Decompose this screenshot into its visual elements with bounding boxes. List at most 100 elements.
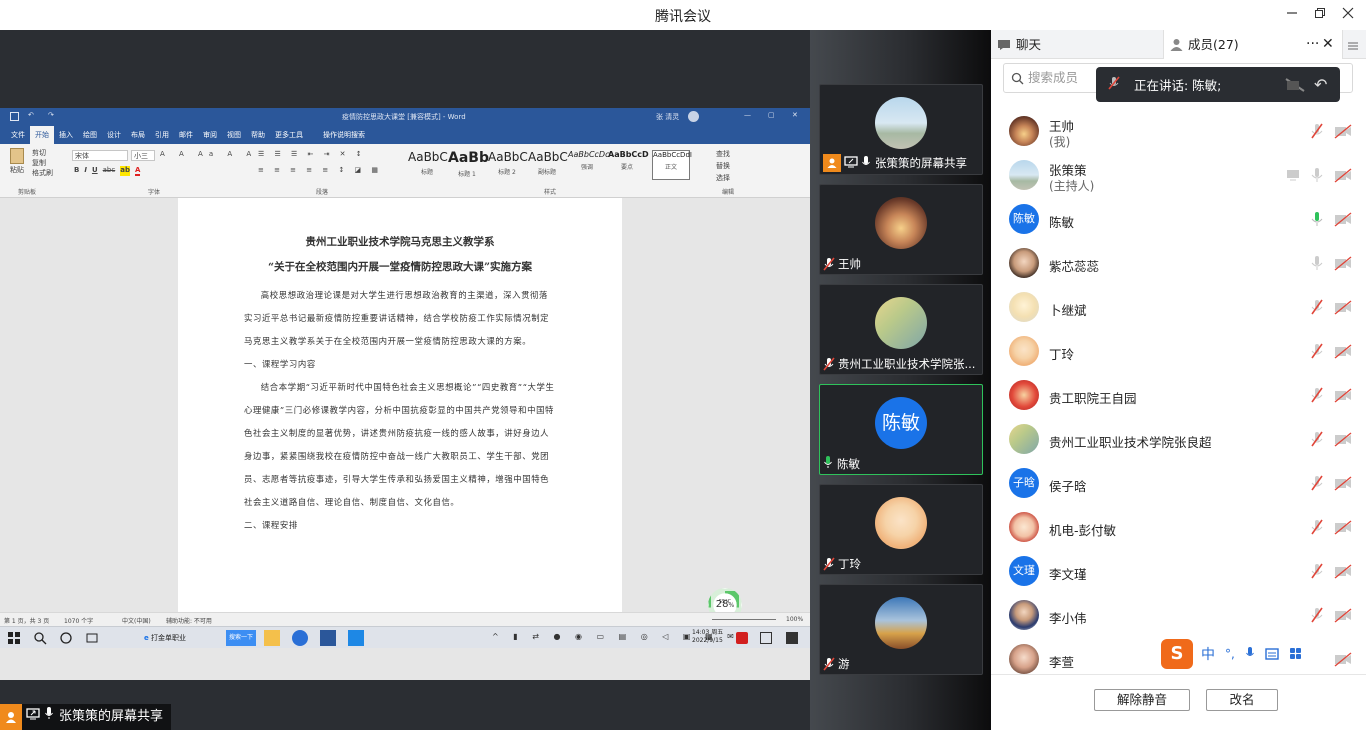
font-size-select[interactable]: 小三 bbox=[131, 150, 155, 161]
word-save-icon[interactable] bbox=[10, 112, 19, 121]
member-row[interactable]: 陈敏 陈敏 bbox=[991, 198, 1366, 242]
member-row[interactable]: 机电-彭付敏 bbox=[991, 506, 1366, 550]
tray-app-icon[interactable] bbox=[736, 632, 748, 644]
camera-off-icon[interactable] bbox=[1334, 387, 1352, 403]
word-tell-me[interactable]: 操作说明搜索 bbox=[318, 126, 370, 144]
cortana-icon[interactable] bbox=[58, 630, 74, 646]
document-area[interactable]: 贵州工业职业技术学院马克思主义教学系 “关于在全校范围内开展一堂疫情防控思政大课… bbox=[0, 198, 810, 612]
word-tab[interactable]: 绘图 bbox=[78, 126, 102, 144]
camera-off-icon[interactable] bbox=[1334, 651, 1352, 667]
tab-members[interactable]: 成员(27) ··· ✕ bbox=[1163, 30, 1343, 59]
style-title[interactable]: AaBbC 标题 bbox=[408, 150, 448, 180]
clock-date[interactable]: 2022/9/15 bbox=[692, 637, 723, 645]
meeting-app-icon[interactable] bbox=[292, 630, 308, 646]
video-tile[interactable]: 张策策的屏幕共享 bbox=[819, 84, 983, 175]
word-restore-icon[interactable]: ▢ bbox=[768, 111, 775, 119]
member-row[interactable]: 贵工职院王自园 bbox=[991, 374, 1366, 418]
word-undo-icon[interactable]: ↶ bbox=[28, 111, 34, 119]
status-language[interactable]: 中文(中国) bbox=[122, 616, 151, 625]
mic-icon[interactable] bbox=[1310, 167, 1326, 183]
rename-button[interactable]: 改名 bbox=[1206, 689, 1278, 711]
taskbar-browser-tab[interactable]: e 打金单职业 bbox=[140, 630, 220, 646]
ime-keyboard-icon[interactable] bbox=[1265, 645, 1279, 664]
word-tab[interactable]: 设计 bbox=[102, 126, 126, 144]
camera-off-icon[interactable] bbox=[1334, 519, 1352, 535]
ime-toolbox-icon[interactable] bbox=[1289, 645, 1302, 664]
camera-off-icon[interactable] bbox=[1334, 299, 1352, 315]
member-row[interactable]: 张策策 (主持人) bbox=[991, 154, 1366, 198]
bold-button[interactable]: B bbox=[74, 166, 79, 176]
mic-muted-icon[interactable] bbox=[1310, 563, 1326, 579]
video-tile[interactable]: 贵州工业职业技术学院张... bbox=[819, 284, 983, 375]
member-row[interactable]: 卜继斌 bbox=[991, 286, 1366, 330]
notification-icon[interactable] bbox=[786, 632, 798, 644]
copy-button[interactable]: 复制 bbox=[32, 158, 53, 168]
font-size-controls[interactable]: A A Aa A A bbox=[160, 150, 257, 158]
tab-chat[interactable]: 聊天 bbox=[991, 30, 1163, 59]
screen-share-icon[interactable] bbox=[1286, 167, 1302, 183]
unmute-all-button[interactable]: 解除静音 bbox=[1094, 689, 1190, 711]
member-row[interactable]: 文瑾 李文瑾 bbox=[991, 550, 1366, 594]
member-row[interactable]: 紫芯蕊蕊 bbox=[991, 242, 1366, 286]
ime-voice-icon[interactable] bbox=[1245, 645, 1255, 664]
word-minimize-icon[interactable]: — bbox=[744, 111, 751, 119]
video-tile[interactable]: 丁玲 bbox=[819, 484, 983, 575]
camera-off-icon[interactable] bbox=[1334, 343, 1352, 359]
mic-muted-icon[interactable] bbox=[1108, 76, 1120, 93]
more-icon[interactable]: ··· bbox=[1306, 30, 1319, 59]
style-heading-1[interactable]: AaBb 标题 1 bbox=[448, 150, 489, 180]
status-accessibility[interactable]: 辅助功能: 不可用 bbox=[166, 616, 212, 625]
word-tab[interactable]: 帮助 bbox=[246, 126, 270, 144]
taskbar-search-box[interactable]: 搜索一下 bbox=[226, 630, 256, 646]
member-row[interactable]: 贵州工业职业技术学院张良超 bbox=[991, 418, 1366, 462]
font-color-button[interactable]: A bbox=[134, 166, 141, 176]
underline-button[interactable]: U bbox=[92, 166, 98, 176]
align-buttons[interactable]: ≡ ≡ ≡ ≡ ≡ ↕ ◪ ▦ bbox=[258, 166, 382, 174]
mic-icon[interactable] bbox=[1310, 255, 1326, 271]
member-row[interactable]: 王帅 (我) bbox=[991, 110, 1366, 154]
task-view-icon[interactable] bbox=[84, 630, 100, 646]
word-tab-home[interactable]: 开始 bbox=[30, 126, 54, 144]
find-button[interactable]: 查找 bbox=[716, 148, 730, 160]
word-tab[interactable]: 插入 bbox=[54, 126, 78, 144]
word-tab[interactable]: 邮件 bbox=[174, 126, 198, 144]
clock-time[interactable]: 14:03 周五 bbox=[692, 629, 723, 637]
video-tile-active-speaker[interactable]: 陈敏 陈敏 bbox=[819, 384, 983, 475]
search-icon[interactable] bbox=[32, 630, 48, 646]
mic-muted-icon[interactable] bbox=[1310, 343, 1326, 359]
style-strong[interactable]: AaBbCcD 要点 bbox=[608, 150, 649, 180]
minimize-button[interactable] bbox=[1278, 4, 1306, 26]
font-name-select[interactable]: 宋体 bbox=[72, 150, 128, 161]
camera-off-icon[interactable] bbox=[1334, 167, 1352, 183]
document-page[interactable]: 贵州工业职业技术学院马克思主义教学系 “关于在全校范围内开展一堂疫情防控思政大课… bbox=[178, 198, 622, 612]
camera-off-icon[interactable] bbox=[1334, 255, 1352, 271]
mic-muted-icon[interactable] bbox=[1310, 299, 1326, 315]
mic-muted-icon[interactable] bbox=[1310, 431, 1326, 447]
word-tab[interactable]: 更多工具 bbox=[270, 126, 308, 144]
replace-button[interactable]: 替换 bbox=[716, 160, 730, 172]
ime-punctuation-toggle[interactable]: °, bbox=[1225, 647, 1235, 661]
close-button[interactable] bbox=[1334, 4, 1362, 26]
zoom-slider[interactable] bbox=[712, 619, 776, 620]
mic-muted-icon[interactable] bbox=[1310, 387, 1326, 403]
camera-off-icon[interactable] bbox=[1334, 607, 1352, 623]
select-button[interactable]: 选择 bbox=[716, 172, 730, 184]
file-explorer-icon[interactable] bbox=[264, 630, 280, 646]
close-icon[interactable]: ✕ bbox=[1322, 30, 1334, 59]
style-subtitle[interactable]: AaBbC 副标题 bbox=[528, 150, 568, 180]
word-tab[interactable]: 审阅 bbox=[198, 126, 222, 144]
word-app-icon[interactable] bbox=[320, 630, 336, 646]
mic-muted-icon[interactable] bbox=[1310, 123, 1326, 139]
format-painter-button[interactable]: 格式刷 bbox=[32, 168, 53, 178]
word-redo-icon[interactable]: ↷ bbox=[48, 111, 54, 119]
word-tab[interactable]: 引用 bbox=[150, 126, 174, 144]
camera-off-icon[interactable] bbox=[1334, 563, 1352, 579]
video-tile[interactable]: 游 bbox=[819, 584, 983, 675]
strikethrough-button[interactable]: abc bbox=[103, 166, 116, 176]
windows-start-icon[interactable] bbox=[6, 630, 22, 646]
camera-off-icon[interactable] bbox=[1334, 211, 1352, 227]
camera-off-icon[interactable] bbox=[1334, 123, 1352, 139]
word-tab[interactable]: 文件 bbox=[6, 126, 30, 144]
restore-button[interactable] bbox=[1306, 4, 1334, 26]
mic-muted-icon[interactable] bbox=[1310, 607, 1326, 623]
